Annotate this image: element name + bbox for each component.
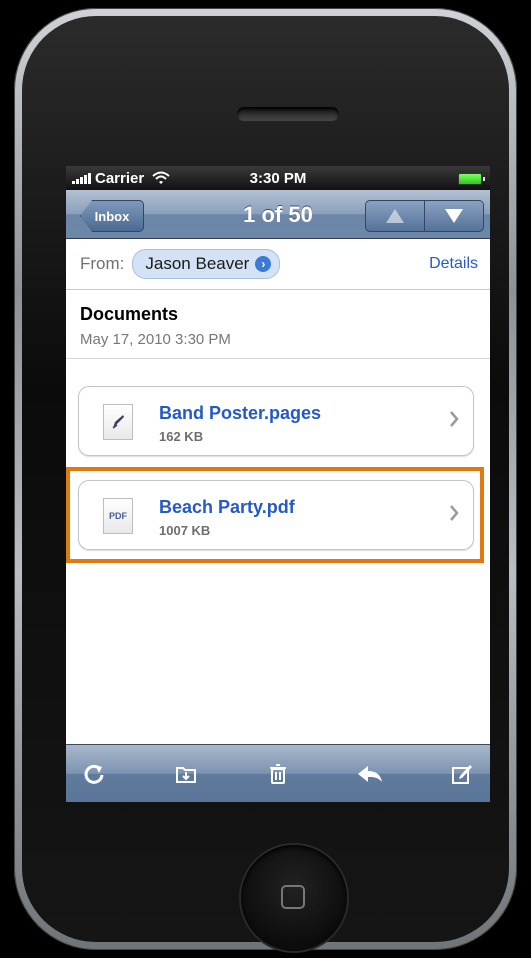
from-label: From: <box>80 254 125 273</box>
home-button[interactable] <box>241 845 347 951</box>
from-row: From: Jason Beaver › Details <box>66 239 490 290</box>
trash-icon <box>270 763 286 784</box>
details-link[interactable]: Details <box>429 255 478 273</box>
previous-message-button[interactable] <box>366 201 424 231</box>
refresh-button[interactable] <box>80 760 108 788</box>
attachment-item[interactable]: Band Poster.pages 162 KB <box>78 386 474 456</box>
sender-name: Jason Beaver <box>145 254 250 273</box>
message-subject: Documents <box>80 304 179 324</box>
delete-button[interactable] <box>264 760 292 788</box>
navigation-bar: Inbox 1 of 50 <box>66 190 490 239</box>
refresh-icon <box>84 764 104 784</box>
attachment-size: 162 KB <box>159 429 204 444</box>
reply-button[interactable] <box>356 760 384 788</box>
attachment-name: Band Poster.pages <box>159 403 322 423</box>
battery-icon <box>458 173 485 185</box>
highlighted-attachment-outline <box>66 467 484 563</box>
home-square-icon <box>281 885 305 909</box>
up-arrow-icon <box>386 209 404 223</box>
message-date: May 17, 2010 3:30 PM <box>80 331 231 348</box>
reply-icon <box>358 765 382 782</box>
next-message-button[interactable] <box>424 201 483 231</box>
sender-chip[interactable]: Jason Beaver › <box>132 249 281 279</box>
compose-icon <box>452 764 472 784</box>
message-navigation-control <box>365 200 484 232</box>
bottom-toolbar <box>66 744 490 802</box>
move-to-folder-icon <box>176 766 196 783</box>
move-to-folder-button[interactable] <box>172 760 200 788</box>
compose-button[interactable] <box>448 760 476 788</box>
pages-document-icon <box>103 404 133 440</box>
chevron-right-icon <box>450 411 459 427</box>
earpiece-speaker <box>237 107 339 121</box>
chevron-right-icon: › <box>255 256 272 272</box>
down-arrow-icon <box>445 209 463 223</box>
status-bar: Carrier 3:30 PM <box>66 166 490 190</box>
status-time: 3:30 PM <box>249 169 307 187</box>
message-header: Documents May 17, 2010 3:30 PM <box>66 290 490 359</box>
